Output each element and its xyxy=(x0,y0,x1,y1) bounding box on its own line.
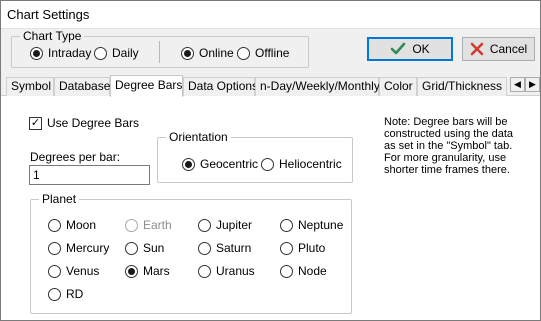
check-icon xyxy=(391,42,406,55)
radio-online[interactable]: Online xyxy=(181,46,234,60)
radio-planet-neptune[interactable]: Neptune xyxy=(280,218,343,232)
radio-indicator[interactable] xyxy=(125,264,138,278)
tab-scroll-left-button[interactable]: ◀ xyxy=(510,77,525,92)
radio-indicator[interactable] xyxy=(237,46,250,60)
radio-indicator[interactable] xyxy=(198,218,211,232)
tab-grid-thickness[interactable]: Grid/Thickness xyxy=(417,77,507,96)
chart-type-legend: Chart Type xyxy=(20,29,85,43)
radio-planet-earth: Earth xyxy=(125,218,172,232)
radio-indicator[interactable] xyxy=(261,157,274,171)
radio-planet-label: Jupiter xyxy=(216,218,253,232)
radio-planet-label: Moon xyxy=(66,218,97,232)
checkbox-indicator[interactable]: ✓ xyxy=(29,116,42,130)
arrow-left-icon: ◀ xyxy=(514,79,521,89)
radio-online-label: Online xyxy=(199,46,234,60)
radio-indicator[interactable] xyxy=(280,218,293,232)
radio-indicator[interactable] xyxy=(280,241,293,255)
radio-planet-label: Sun xyxy=(143,241,165,255)
planet-legend: Planet xyxy=(39,192,80,206)
radio-planet-label: Saturn xyxy=(216,241,252,255)
radio-planet-label: Earth xyxy=(143,218,172,232)
chart-type-separator xyxy=(159,41,160,63)
tab-scroll-right-button[interactable]: ▶ xyxy=(525,77,540,92)
radio-indicator[interactable] xyxy=(181,46,194,60)
radio-indicator[interactable] xyxy=(48,264,61,278)
radio-planet-saturn[interactable]: Saturn xyxy=(198,241,251,255)
degree-bars-note: Note: Degree bars will be constructed us… xyxy=(384,116,513,176)
title-bar: Chart Settings xyxy=(1,1,540,29)
tab-nday-weekly-monthly[interactable]: n-Day/Weekly/Monthly xyxy=(255,77,380,96)
radio-geocentric-label: Geocentric xyxy=(200,157,259,171)
radio-planet-moon[interactable]: Moon xyxy=(48,218,96,232)
x-icon xyxy=(470,42,484,56)
radio-offline[interactable]: Offline xyxy=(237,46,289,60)
window-title: Chart Settings xyxy=(7,7,90,22)
radio-indicator[interactable] xyxy=(94,46,107,60)
cancel-button[interactable]: Cancel xyxy=(462,37,535,61)
radio-geocentric[interactable]: Geocentric xyxy=(182,157,258,171)
tab-color[interactable]: Color xyxy=(379,77,417,96)
radio-planet-label: Node xyxy=(298,264,327,278)
radio-indicator[interactable] xyxy=(198,264,211,278)
radio-daily-label: Daily xyxy=(112,46,139,60)
radio-planet-label: Neptune xyxy=(298,218,344,232)
radio-planet-label: Venus xyxy=(66,264,100,278)
radio-heliocentric[interactable]: Heliocentric xyxy=(261,157,342,171)
radio-indicator[interactable] xyxy=(125,241,138,255)
radio-intraday-label: Intraday xyxy=(48,46,92,60)
radio-planet-node[interactable]: Node xyxy=(280,264,327,278)
radio-planet-sun[interactable]: Sun xyxy=(125,241,164,255)
radio-planet-label: RD xyxy=(66,287,84,301)
radio-indicator[interactable] xyxy=(280,264,293,278)
radio-indicator[interactable] xyxy=(182,157,195,171)
radio-planet-jupiter[interactable]: Jupiter xyxy=(198,218,252,232)
radio-planet-mars[interactable]: Mars xyxy=(125,264,170,278)
radio-indicator[interactable] xyxy=(30,46,43,60)
radio-heliocentric-label: Heliocentric xyxy=(279,157,342,171)
note-line: For more granularity, use xyxy=(384,152,507,164)
radio-planet-label: Pluto xyxy=(298,241,326,255)
tab-symbol[interactable]: Symbol xyxy=(6,77,54,96)
tab-strip: Symbol Database Degree Bars Data Options… xyxy=(1,75,540,97)
tab-data-options[interactable]: Data Options xyxy=(183,77,258,96)
radio-planet-mercury[interactable]: Mercury xyxy=(48,241,109,255)
note-line: as set in the "Symbol" tab. xyxy=(384,140,513,152)
ok-button-label: OK xyxy=(412,42,430,56)
chart-settings-window: Chart Settings Chart Type Intraday Daily… xyxy=(0,0,541,321)
note-line: constructed using the data xyxy=(384,128,514,140)
radio-planet-label: Mars xyxy=(143,264,170,278)
checkmark-icon: ✓ xyxy=(30,116,41,129)
tab-degree-bars[interactable]: Degree Bars xyxy=(110,75,183,97)
radio-planet-label: Mercury xyxy=(66,241,110,255)
radio-indicator[interactable] xyxy=(48,241,61,255)
radio-planet-uranus[interactable]: Uranus xyxy=(198,264,255,278)
orientation-legend: Orientation xyxy=(166,130,231,144)
radio-planet-label: Uranus xyxy=(216,264,255,278)
radio-indicator xyxy=(125,218,138,232)
radio-planet-pluto[interactable]: Pluto xyxy=(280,241,325,255)
radio-planet-rd[interactable]: RD xyxy=(48,287,83,301)
cancel-button-label: Cancel xyxy=(489,42,528,56)
note-line: Note: Degree bars will be xyxy=(384,116,508,128)
radio-planet-venus[interactable]: Venus xyxy=(48,264,99,278)
degree-bars-panel: ✓ Use Degree Bars Degrees per bar: 1 Ori… xyxy=(1,96,540,320)
ok-button[interactable]: OK xyxy=(367,37,453,61)
radio-intraday[interactable]: Intraday xyxy=(30,46,91,60)
degrees-per-bar-input[interactable]: 1 xyxy=(29,165,150,185)
radio-indicator[interactable] xyxy=(48,218,61,232)
degrees-per-bar-label: Degrees per bar: xyxy=(30,150,121,164)
use-degree-bars-checkbox[interactable]: ✓ Use Degree Bars xyxy=(29,116,139,130)
use-degree-bars-label: Use Degree Bars xyxy=(47,116,140,130)
arrow-right-icon: ▶ xyxy=(529,79,536,89)
radio-offline-label: Offline xyxy=(255,46,290,60)
radio-daily[interactable]: Daily xyxy=(94,46,139,60)
radio-indicator[interactable] xyxy=(48,287,61,301)
radio-indicator[interactable] xyxy=(198,241,211,255)
note-line: shorter time frames there. xyxy=(384,164,510,176)
tab-database[interactable]: Database xyxy=(54,77,110,96)
